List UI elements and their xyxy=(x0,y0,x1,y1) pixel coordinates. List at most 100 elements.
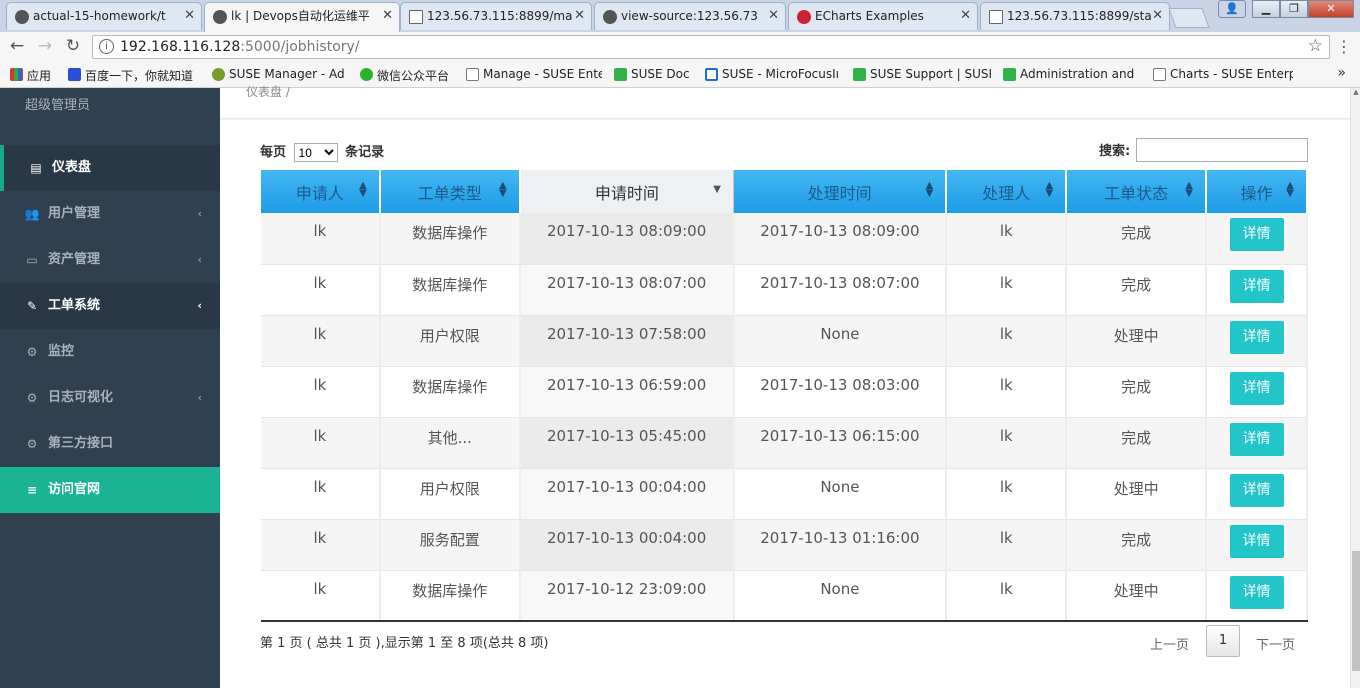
sidebar-item-monitor[interactable]: ⚙ 监控 xyxy=(0,329,220,375)
detail-button[interactable]: 详情 xyxy=(1229,575,1284,609)
sidebar-item-third-party[interactable]: ⚙ 第三方接口 xyxy=(0,421,220,467)
bookmarks-bar: 应用 百度一下，你就知道 SUSE Manager - Adı 微信公众平台 M… xyxy=(0,62,1360,88)
new-tab-button[interactable] xyxy=(1168,8,1210,28)
reload-icon[interactable]: ↻ xyxy=(62,36,84,56)
tab-title: 123.56.73.115:8899/sta xyxy=(1007,9,1152,23)
cell-action: 详情 xyxy=(1206,570,1308,622)
user-icon[interactable]: 👤 xyxy=(1218,0,1246,18)
sidebar-item-users[interactable]: 👥 用户管理 ‹ xyxy=(0,191,220,237)
cell-action: 详情 xyxy=(1206,264,1308,316)
cell-applicant: lk xyxy=(261,366,381,418)
bookmarks-more-icon[interactable]: » xyxy=(1337,65,1346,81)
cell-action: 详情 xyxy=(1206,417,1308,469)
detail-button[interactable]: 详情 xyxy=(1229,269,1284,303)
cell-status: 完成 xyxy=(1066,366,1207,418)
sidebar-item-official-site[interactable]: ≡ 访问官网 xyxy=(0,467,220,513)
column-header-handler[interactable]: 处理人 ▲ ▼ xyxy=(946,170,1068,213)
forward-icon[interactable]: → xyxy=(34,36,56,56)
length-prefix-label: 每页 xyxy=(260,145,287,160)
detail-button[interactable]: 详情 xyxy=(1229,320,1284,354)
close-icon[interactable]: ✕ xyxy=(184,3,195,29)
sort-icon: ▲ ▼ xyxy=(359,180,367,199)
column-header-action[interactable]: 操作 ▲ ▼ xyxy=(1206,170,1308,213)
hdd-icon: ▭ xyxy=(26,253,38,267)
browser-tab-4[interactable]: view-source:123.56.73 ✕ xyxy=(594,2,786,30)
sidebar-item-dashboard[interactable]: ▤ 仪表盘 xyxy=(0,145,220,191)
page-scrollbar[interactable]: ▲ xyxy=(1350,88,1360,688)
table-header-row: 申请人 ▲ ▼ 工单类型 ▲ ▼ 申请时间 ▼ 处理时间 ▲ ▼ 处理人 ▲ ▼ 工单状态 ▲ ▼ 操… xyxy=(261,170,1308,213)
cell-handle-time: None xyxy=(733,315,948,367)
bookmark-administration[interactable]: Administration and xyxy=(1003,67,1141,81)
tab-title: view-source:123.56.73 xyxy=(621,9,758,23)
chevron-left-icon: ‹ xyxy=(197,253,202,266)
scrollbar-thumb[interactable] xyxy=(1352,551,1360,671)
table-row: lk 数据库操作 2017-10-13 08:07:00 2017-10-13 08:… xyxy=(261,264,1308,316)
detail-button[interactable]: 详情 xyxy=(1229,422,1284,456)
cell-handle-time: 2017-10-13 08:07:00 xyxy=(733,264,948,316)
page-1-button[interactable]: 1 xyxy=(1206,625,1240,657)
minimize-icon[interactable]: ▁ xyxy=(1252,0,1280,18)
bookmark-suse-manager[interactable]: SUSE Manager - Adı xyxy=(212,67,344,81)
detail-button[interactable]: 详情 xyxy=(1229,524,1284,558)
address-bar[interactable]: i 192.168.116.128:5000/jobhistory/ ☆ xyxy=(92,35,1330,59)
detail-button[interactable]: 详情 xyxy=(1229,371,1284,405)
baidu-icon xyxy=(68,68,81,81)
cogs-icon: ⚙ xyxy=(26,345,38,359)
info-icon[interactable]: i xyxy=(99,39,114,54)
sidebar-item-log-visual[interactable]: ⚙ 日志可视化 ‹ xyxy=(0,375,220,421)
cell-type: 服务配置 xyxy=(379,519,521,571)
bookmark-suse-support[interactable]: SUSE Support | SUSI xyxy=(853,67,991,81)
sidebar-item-assets[interactable]: ▭ 资产管理 ‹ xyxy=(0,237,220,283)
microfocus-icon xyxy=(705,68,718,81)
cell-applicant: lk xyxy=(261,264,381,316)
search-input[interactable] xyxy=(1136,138,1308,162)
close-icon[interactable]: ✕ xyxy=(382,3,393,29)
breadcrumb[interactable]: 仪表盘 / xyxy=(246,83,290,100)
column-header-status[interactable]: 工单状态 ▲ ▼ xyxy=(1066,170,1207,213)
cell-handle-time: None xyxy=(733,570,948,622)
browser-tab-3[interactable]: 123.56.73.115:8899/ma ✕ xyxy=(400,2,592,30)
bookmark-baidu[interactable]: 百度一下，你就知道 xyxy=(68,67,202,84)
bookmark-star-icon[interactable]: ☆ xyxy=(1308,36,1323,56)
column-header-handle-time[interactable]: 处理时间 ▲ ▼ xyxy=(733,170,948,213)
cell-applicant: lk xyxy=(261,519,381,571)
site-icon xyxy=(213,10,227,24)
cell-status: 处理中 xyxy=(1066,468,1207,520)
next-page-button[interactable]: 下一页 xyxy=(1256,634,1295,653)
close-icon[interactable]: ✕ xyxy=(574,3,585,29)
detail-button[interactable]: 详情 xyxy=(1229,218,1284,251)
column-header-apply-time[interactable]: 申请时间 ▼ xyxy=(519,170,734,213)
browser-tab-6[interactable]: 123.56.73.115:8899/sta ✕ xyxy=(980,2,1170,30)
bookmark-charts-suse[interactable]: Charts - SUSE Enterp xyxy=(1153,67,1293,81)
bookmark-wechat[interactable]: 微信公众平台 xyxy=(360,67,456,84)
scroll-up-icon[interactable]: ▲ xyxy=(1351,88,1360,102)
close-icon[interactable]: ✕ xyxy=(960,3,971,29)
maximize-icon[interactable]: ❐ xyxy=(1280,0,1308,18)
bookmark-apps[interactable]: 应用 xyxy=(10,67,51,84)
page-length-select[interactable]: 10 xyxy=(293,143,338,162)
cogs-icon: ⚙ xyxy=(26,437,38,451)
bookmark-microfocus[interactable]: SUSE - MicroFocusIı xyxy=(705,67,841,81)
browser-tab-2[interactable]: lk | Devops自动化运维平 ✕ xyxy=(204,2,400,32)
menu-icon[interactable]: ⋮ xyxy=(1336,37,1352,56)
bookmark-manage-suse[interactable]: Manage - SUSE Ente xyxy=(466,67,602,81)
sidebar-item-tickets[interactable]: ✎ 工单系统 ‹ xyxy=(0,283,220,329)
cell-applicant: lk xyxy=(261,213,381,265)
table-row: lk 用户权限 2017-10-13 07:58:00 None lk 处理中 详情 xyxy=(261,315,1308,367)
browser-tab-5[interactable]: ECharts Examples ✕ xyxy=(788,2,978,30)
close-icon[interactable]: ✕ xyxy=(1152,3,1163,29)
prev-page-button[interactable]: 上一页 xyxy=(1150,634,1189,653)
column-header-type[interactable]: 工单类型 ▲ ▼ xyxy=(379,170,521,213)
back-icon[interactable]: ← xyxy=(6,36,28,56)
bookmark-suse-doc[interactable]: SUSE Doc xyxy=(614,67,694,81)
browser-tab-1[interactable]: actual-15-homework/t ✕ xyxy=(6,2,202,30)
cell-handle-time: 2017-10-13 06:15:00 xyxy=(733,417,948,469)
close-icon[interactable]: ✕ xyxy=(768,3,779,29)
job-history-table: 申请人 ▲ ▼ 工单类型 ▲ ▼ 申请时间 ▼ 处理时间 ▲ ▼ 处理人 ▲ ▼ 工单状态 ▲ ▼ 操… xyxy=(261,170,1308,622)
cell-action: 详情 xyxy=(1206,315,1308,367)
table-info: 第 1 页 ( 总共 1 页 ),显示第 1 至 8 项(总共 8 项) xyxy=(260,636,549,651)
window-close-icon[interactable]: ✕ xyxy=(1308,0,1354,18)
detail-button[interactable]: 详情 xyxy=(1229,473,1284,507)
chevron-left-icon: ‹ xyxy=(197,391,202,404)
column-header-applicant[interactable]: 申请人 ▲ ▼ xyxy=(261,170,381,213)
